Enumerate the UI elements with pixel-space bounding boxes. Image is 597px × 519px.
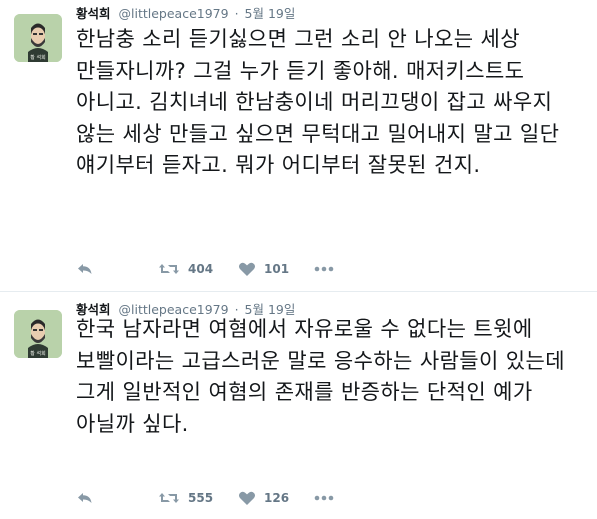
tweet-date[interactable]: 5월 19일 <box>245 6 296 21</box>
like-button[interactable]: 101 <box>238 259 289 279</box>
tweet: 황 석희 황석희 @littlepeace1979 · 5월 19일 한국 남자… <box>0 292 597 519</box>
more-icon <box>314 266 334 272</box>
more-button[interactable] <box>314 259 334 279</box>
retweet-count: 404 <box>188 262 214 276</box>
reply-icon <box>78 493 92 503</box>
header-separator: · <box>234 6 239 21</box>
retweet-button[interactable]: 404 <box>158 259 213 279</box>
avatar-illustration: 황 석희 <box>14 14 62 62</box>
reply-button[interactable] <box>76 259 94 279</box>
tweet-text: 한남충 소리 듣기싫으면 그런 소리 안 나오는 세상 만들자니까? 그걸 누가… <box>76 27 560 177</box>
more-icon <box>314 495 334 501</box>
reply-button[interactable] <box>76 488 94 508</box>
heart-icon <box>238 491 256 505</box>
like-count: 126 <box>264 491 290 505</box>
tweet: 황 석희 황석희 @littlepeace1979 · 5월 19일 한남충 소… <box>0 0 597 292</box>
tweet-actions: 555 126 <box>76 488 376 508</box>
avatar[interactable]: 황 석희 <box>14 310 62 358</box>
retweet-icon <box>159 493 179 503</box>
retweet-button[interactable]: 555 <box>158 488 213 508</box>
retweet-icon <box>159 264 179 274</box>
tweet-header: 황석희 @littlepeace1979 · 5월 19일 <box>76 5 295 23</box>
more-button[interactable] <box>314 488 334 508</box>
avatar[interactable]: 황 석희 <box>14 14 62 62</box>
author-name[interactable]: 황석희 <box>76 6 111 21</box>
avatar-caption: 황 석희 <box>30 54 45 61</box>
tweet-text: 한국 남자라면 여혐에서 자유로울 수 없다는 트윗에 보빨이라는 고급스러운 … <box>76 317 565 436</box>
avatar-illustration: 황 석희 <box>14 310 62 358</box>
like-count: 101 <box>264 262 290 276</box>
heart-icon <box>238 262 256 276</box>
tweet-timeline: 황 석희 황석희 @littlepeace1979 · 5월 19일 한남충 소… <box>0 0 597 519</box>
reply-icon <box>78 264 92 274</box>
like-button[interactable]: 126 <box>238 488 289 508</box>
avatar-caption: 황 석희 <box>30 350 45 357</box>
author-handle[interactable]: @littlepeace1979 <box>119 6 229 21</box>
retweet-count: 555 <box>188 491 214 505</box>
tweet-actions: 404 101 <box>76 259 376 279</box>
